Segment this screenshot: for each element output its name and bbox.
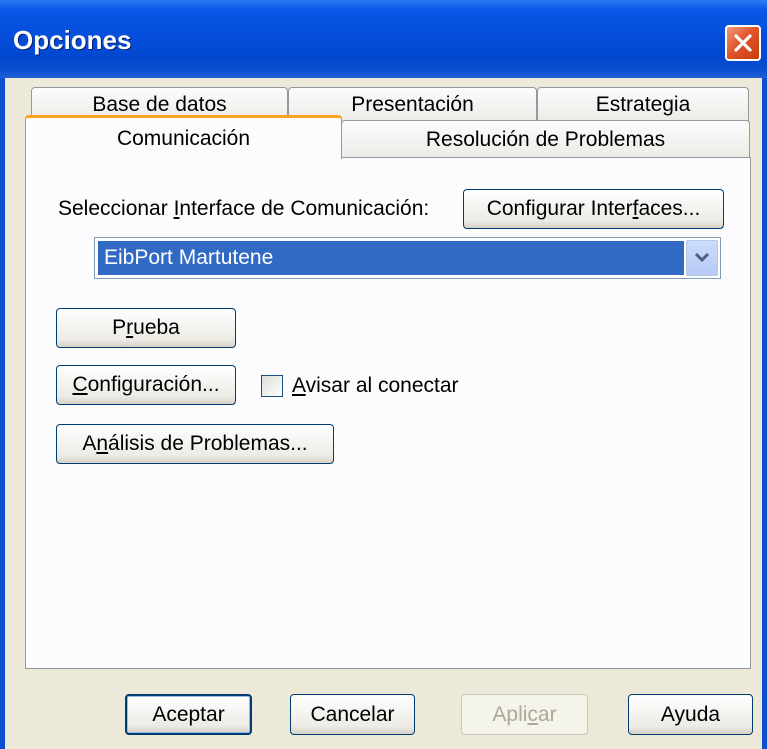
window-frame-left — [0, 78, 5, 749]
selected-interface: EibPort Martutene — [98, 241, 684, 275]
configure-interfaces-button[interactable]: Configurar Interfaces... — [463, 189, 724, 229]
close-button[interactable] — [725, 25, 761, 61]
accept-button[interactable]: Aceptar — [125, 694, 252, 735]
options-dialog: Opciones Base de datos Presentación Estr… — [0, 0, 767, 749]
problem-analysis-button[interactable]: Análisis de Problemas... — [56, 424, 334, 464]
window-title: Opciones — [13, 25, 132, 55]
tab-label: Presentación — [351, 93, 474, 116]
window-frame-right — [762, 78, 767, 749]
title-bar[interactable]: Opciones — [0, 0, 767, 78]
tab-resolucion-de-problemas[interactable]: Resolución de Problemas — [341, 120, 750, 158]
test-button[interactable]: Prueba — [56, 308, 236, 348]
dropdown-button[interactable] — [686, 240, 718, 276]
help-button[interactable]: Ayuda — [628, 694, 753, 735]
configuration-button[interactable]: Configuración... — [56, 365, 236, 405]
tab-label: Resolución de Problemas — [425, 128, 666, 151]
tab-label: Base de datos — [92, 93, 227, 116]
cancel-button[interactable]: Cancelar — [290, 694, 415, 735]
interface-select[interactable]: EibPort Martutene — [94, 237, 721, 279]
interface-label: Seleccionar Interface de Comunicación: — [58, 197, 430, 220]
chevron-down-icon — [694, 252, 710, 263]
warn-on-connect-checkbox[interactable] — [261, 375, 283, 397]
close-icon — [734, 34, 752, 52]
tab-estrategia[interactable]: Estrategia — [537, 87, 749, 121]
tab-label: Estrategia — [595, 93, 691, 116]
tab-panel-comunicacion — [25, 157, 751, 669]
tab-comunicacion[interactable]: Comunicación — [25, 115, 342, 159]
tab-label: Comunicación — [116, 127, 251, 150]
warn-on-connect-label[interactable]: Avisar al conectar — [292, 374, 459, 398]
apply-button[interactable]: Aplicar — [461, 694, 588, 735]
